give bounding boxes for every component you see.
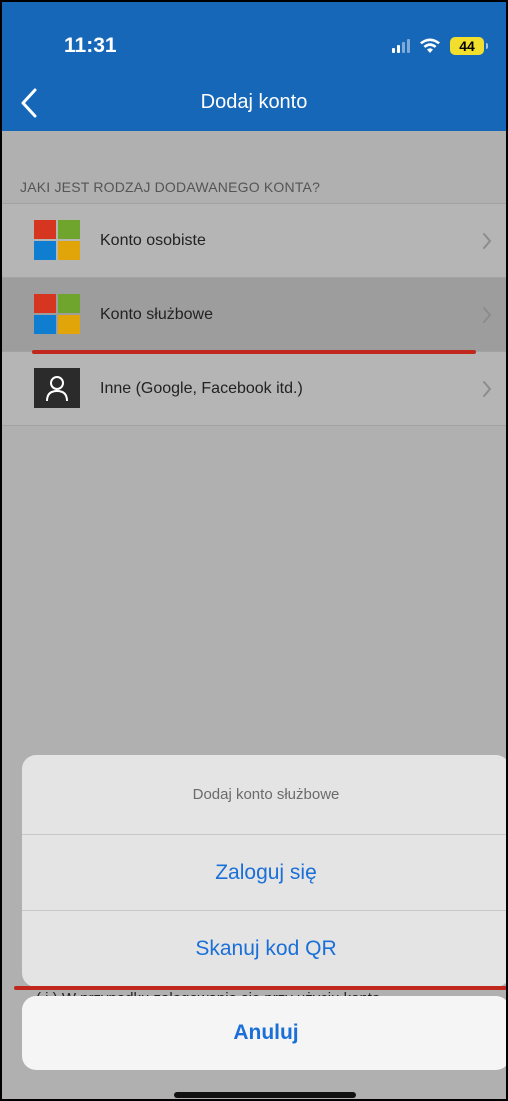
status-icons: 44	[392, 34, 488, 58]
status-time: 11:31	[64, 34, 117, 57]
account-type-list: Konto osobiste Konto służbowe Inne (Goog…	[2, 203, 506, 426]
account-option-label: Inne (Google, Facebook itd.)	[100, 379, 303, 397]
chevron-right-icon	[483, 233, 492, 249]
account-option-label: Konto osobiste	[100, 231, 206, 249]
cancel-button[interactable]: Anuluj	[22, 996, 506, 1070]
screen: 11:31 44 Dodaj konto JAKI JEST RODZAJ DO…	[0, 0, 508, 1101]
action-sheet: Dodaj konto służbowe Zaloguj się Skanuj …	[22, 755, 506, 987]
home-indicator	[174, 1092, 356, 1098]
annotation-underline	[32, 350, 476, 354]
wifi-icon	[420, 38, 440, 53]
action-sheet-title: Dodaj konto służbowe	[22, 755, 506, 835]
microsoft-logo-icon	[34, 294, 80, 334]
header: 11:31 44 Dodaj konto	[2, 2, 506, 131]
section-header: JAKI JEST RODZAJ DODAWANEGO KONTA?	[20, 179, 321, 195]
scan-qr-button[interactable]: Skanuj kod QR	[22, 911, 506, 987]
page-title: Dodaj konto	[200, 91, 308, 113]
battery-icon: 44	[450, 37, 488, 55]
chevron-right-icon	[483, 307, 492, 323]
account-option-work[interactable]: Konto służbowe	[2, 278, 506, 352]
microsoft-logo-icon	[34, 220, 80, 260]
signal-icon	[392, 39, 410, 53]
chevron-right-icon	[483, 381, 492, 397]
account-option-label: Konto służbowe	[100, 305, 213, 323]
account-option-other[interactable]: Inne (Google, Facebook itd.)	[2, 352, 506, 426]
sign-in-button[interactable]: Zaloguj się	[22, 835, 506, 911]
person-icon	[34, 368, 80, 408]
account-option-personal[interactable]: Konto osobiste	[2, 204, 506, 278]
annotation-underline	[14, 986, 506, 990]
